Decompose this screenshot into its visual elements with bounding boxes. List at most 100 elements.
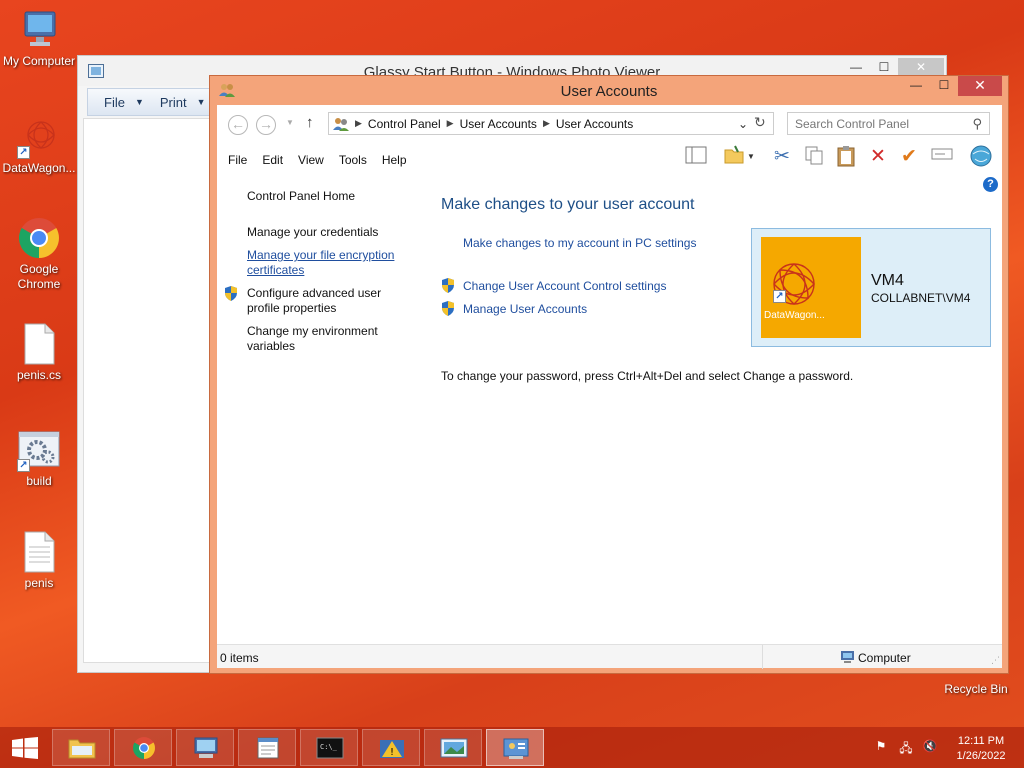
- chevron-down-icon[interactable]: ▼: [747, 152, 755, 161]
- explorer-content: ← → ▼ ↑ ▶ Control Panel ▶ User Accounts …: [217, 105, 1002, 669]
- manage-user-accounts-link[interactable]: Manage User Accounts: [463, 302, 587, 316]
- environment-variables-link[interactable]: Change my environment variables: [247, 324, 378, 354]
- pc-settings-link[interactable]: Make changes to my account in PC setting…: [463, 236, 696, 250]
- file-menu[interactable]: File: [104, 95, 125, 110]
- svg-text:C:\_: C:\_: [320, 743, 338, 751]
- search-input[interactable]: Search Control Panel ⚲: [787, 112, 990, 135]
- breadcrumb-user-accounts[interactable]: User Accounts: [460, 117, 537, 131]
- taskbar-photo-viewer[interactable]: [424, 729, 482, 766]
- user-accounts-titlebar[interactable]: User Accounts — ☐ ✕: [210, 76, 1008, 104]
- item-count: 0 items: [220, 651, 259, 665]
- taskbar: C:\_ ! ⚑ 🖧 🔇 12:11 PM 1/26/2022: [0, 727, 1024, 768]
- user-accounts-window[interactable]: User Accounts — ☐ ✕ ← → ▼ ↑ ▶ Control Pa…: [209, 75, 1009, 674]
- refresh-icon[interactable]: ↻: [754, 114, 766, 131]
- copy-icon[interactable]: [802, 145, 826, 169]
- chrome-icon: [17, 216, 61, 260]
- taskbar-remote-desktop[interactable]: [176, 729, 234, 766]
- properties-check-icon[interactable]: ✔: [897, 145, 921, 169]
- remote-desktop-icon: [194, 737, 218, 758]
- advanced-profile-link-line1: Configure advanced user: [247, 286, 382, 300]
- desktop-icon-penis[interactable]: penis: [0, 530, 78, 591]
- menu-toolbar-row: File Edit View Tools Help ▼ ✂ ✕ ✔: [217, 141, 1002, 173]
- paste-icon[interactable]: [834, 145, 858, 169]
- forward-arrow-icon[interactable]: →: [256, 115, 276, 135]
- address-dropdown-chevron-icon[interactable]: ⌄: [738, 117, 748, 131]
- help-icon[interactable]: ?: [983, 177, 998, 192]
- uac-settings-link[interactable]: Change User Account Control settings: [463, 279, 666, 293]
- menu-edit[interactable]: Edit: [262, 153, 283, 167]
- advanced-profile-link-line2: profile properties: [247, 301, 337, 315]
- computer-icon: [17, 8, 61, 52]
- window-title: User Accounts: [560, 83, 658, 100]
- layout-pane-icon[interactable]: [684, 145, 708, 169]
- shortcut-arrow-icon: ↗: [17, 459, 30, 472]
- folder-icon: [68, 739, 96, 759]
- desktop-icon-label: DataWagon...: [2, 161, 76, 175]
- datawagon-logo-icon: [773, 263, 815, 305]
- shortcut-arrow-icon: ↗: [773, 290, 786, 303]
- page-title: Make changes to your user account: [441, 196, 695, 213]
- search-icon[interactable]: ⚲: [972, 116, 982, 132]
- system-clock[interactable]: 12:11 PM 1/26/2022: [948, 734, 1014, 764]
- print-menu[interactable]: Print: [160, 95, 187, 110]
- breadcrumb-separator-icon: ▶: [355, 118, 362, 128]
- menu-help[interactable]: Help: [382, 153, 407, 167]
- desktop-icon-google-chrome[interactable]: Google Chrome: [0, 216, 78, 292]
- cut-icon[interactable]: ✂: [770, 145, 794, 169]
- password-instructions: To change your password, press Ctrl+Alt+…: [441, 369, 854, 383]
- folder-options-icon[interactable]: [722, 145, 746, 169]
- desktop-icon-label: build: [26, 474, 52, 488]
- action-center-flag-tray-icon[interactable]: ⚑: [873, 739, 889, 755]
- desktop-icon-recycle-bin[interactable]: Recycle Bin: [937, 682, 1015, 697]
- breadcrumb-control-panel[interactable]: Control Panel: [368, 117, 441, 131]
- account-name: VM4: [871, 272, 904, 289]
- control-panel-icon: [333, 117, 349, 131]
- menu-tools[interactable]: Tools: [339, 153, 367, 167]
- up-arrow-icon[interactable]: ↑: [306, 114, 314, 131]
- taskbar-command-prompt[interactable]: C:\_: [300, 729, 358, 766]
- desktop-icon-label: penis.cs: [16, 368, 62, 382]
- taskbar-chrome[interactable]: [114, 729, 172, 766]
- desktop-icon-build[interactable]: ↗ build: [0, 428, 78, 489]
- navigation-bar: ← → ▼ ↑ ▶ Control Panel ▶ User Accounts …: [217, 105, 1002, 141]
- desktop-icon-my-computer[interactable]: My Computer: [0, 8, 78, 69]
- desktop-icon-penis-cs[interactable]: penis.cs: [0, 322, 78, 383]
- rename-icon[interactable]: [930, 145, 954, 169]
- account-picture[interactable]: ↗ DataWagon...: [761, 237, 861, 338]
- globe-icon[interactable]: [969, 145, 993, 169]
- address-bar[interactable]: ▶ Control Panel ▶ User Accounts ▶ User A…: [328, 112, 774, 135]
- taskbar-action-center[interactable]: !: [362, 729, 420, 766]
- photo-viewer-icon: [440, 738, 468, 758]
- account-domain: COLLABNET\VM4: [871, 291, 971, 305]
- clock-date: 1/26/2022: [956, 750, 1006, 762]
- resize-grip-icon[interactable]: ⋰: [991, 655, 1000, 666]
- menu-view[interactable]: View: [298, 153, 324, 167]
- manage-credentials-link[interactable]: Manage your credentials: [247, 225, 378, 240]
- text-file-icon: [17, 530, 61, 574]
- advanced-profile-link[interactable]: Configure advanced user profile properti…: [247, 286, 381, 316]
- recent-locations-chevron-icon[interactable]: ▼: [286, 118, 294, 127]
- taskbar-notepad[interactable]: [238, 729, 296, 766]
- desktop-icon-datawagon[interactable]: ↗ DataWagon...: [0, 115, 78, 176]
- status-divider: [762, 645, 763, 669]
- uac-shield-icon: [442, 301, 454, 316]
- taskbar-file-explorer[interactable]: [52, 729, 110, 766]
- maximize-button[interactable]: ☐: [930, 76, 958, 96]
- file-encryption-link[interactable]: Manage your file encryption certificates: [247, 248, 394, 278]
- control-panel-home-link[interactable]: Control Panel Home: [247, 189, 355, 204]
- svg-text:!: !: [390, 747, 394, 758]
- search-placeholder: Search Control Panel: [795, 117, 910, 131]
- breadcrumb-user-accounts-current[interactable]: User Accounts: [556, 117, 633, 131]
- chevron-down-icon[interactable]: ▼: [197, 97, 206, 107]
- delete-icon[interactable]: ✕: [866, 145, 890, 169]
- volume-muted-tray-icon[interactable]: 🔇: [922, 739, 938, 755]
- menu-file[interactable]: File: [228, 153, 247, 167]
- close-button[interactable]: ✕: [958, 76, 1002, 96]
- desktop-icon-label: My Computer: [2, 54, 76, 68]
- taskbar-control-panel[interactable]: [486, 729, 544, 766]
- network-tray-icon[interactable]: 🖧: [898, 739, 914, 755]
- chevron-down-icon[interactable]: ▼: [135, 97, 144, 107]
- minimize-button[interactable]: —: [902, 76, 930, 96]
- back-arrow-icon[interactable]: ←: [228, 115, 248, 135]
- windows-start-icon[interactable]: [12, 737, 38, 759]
